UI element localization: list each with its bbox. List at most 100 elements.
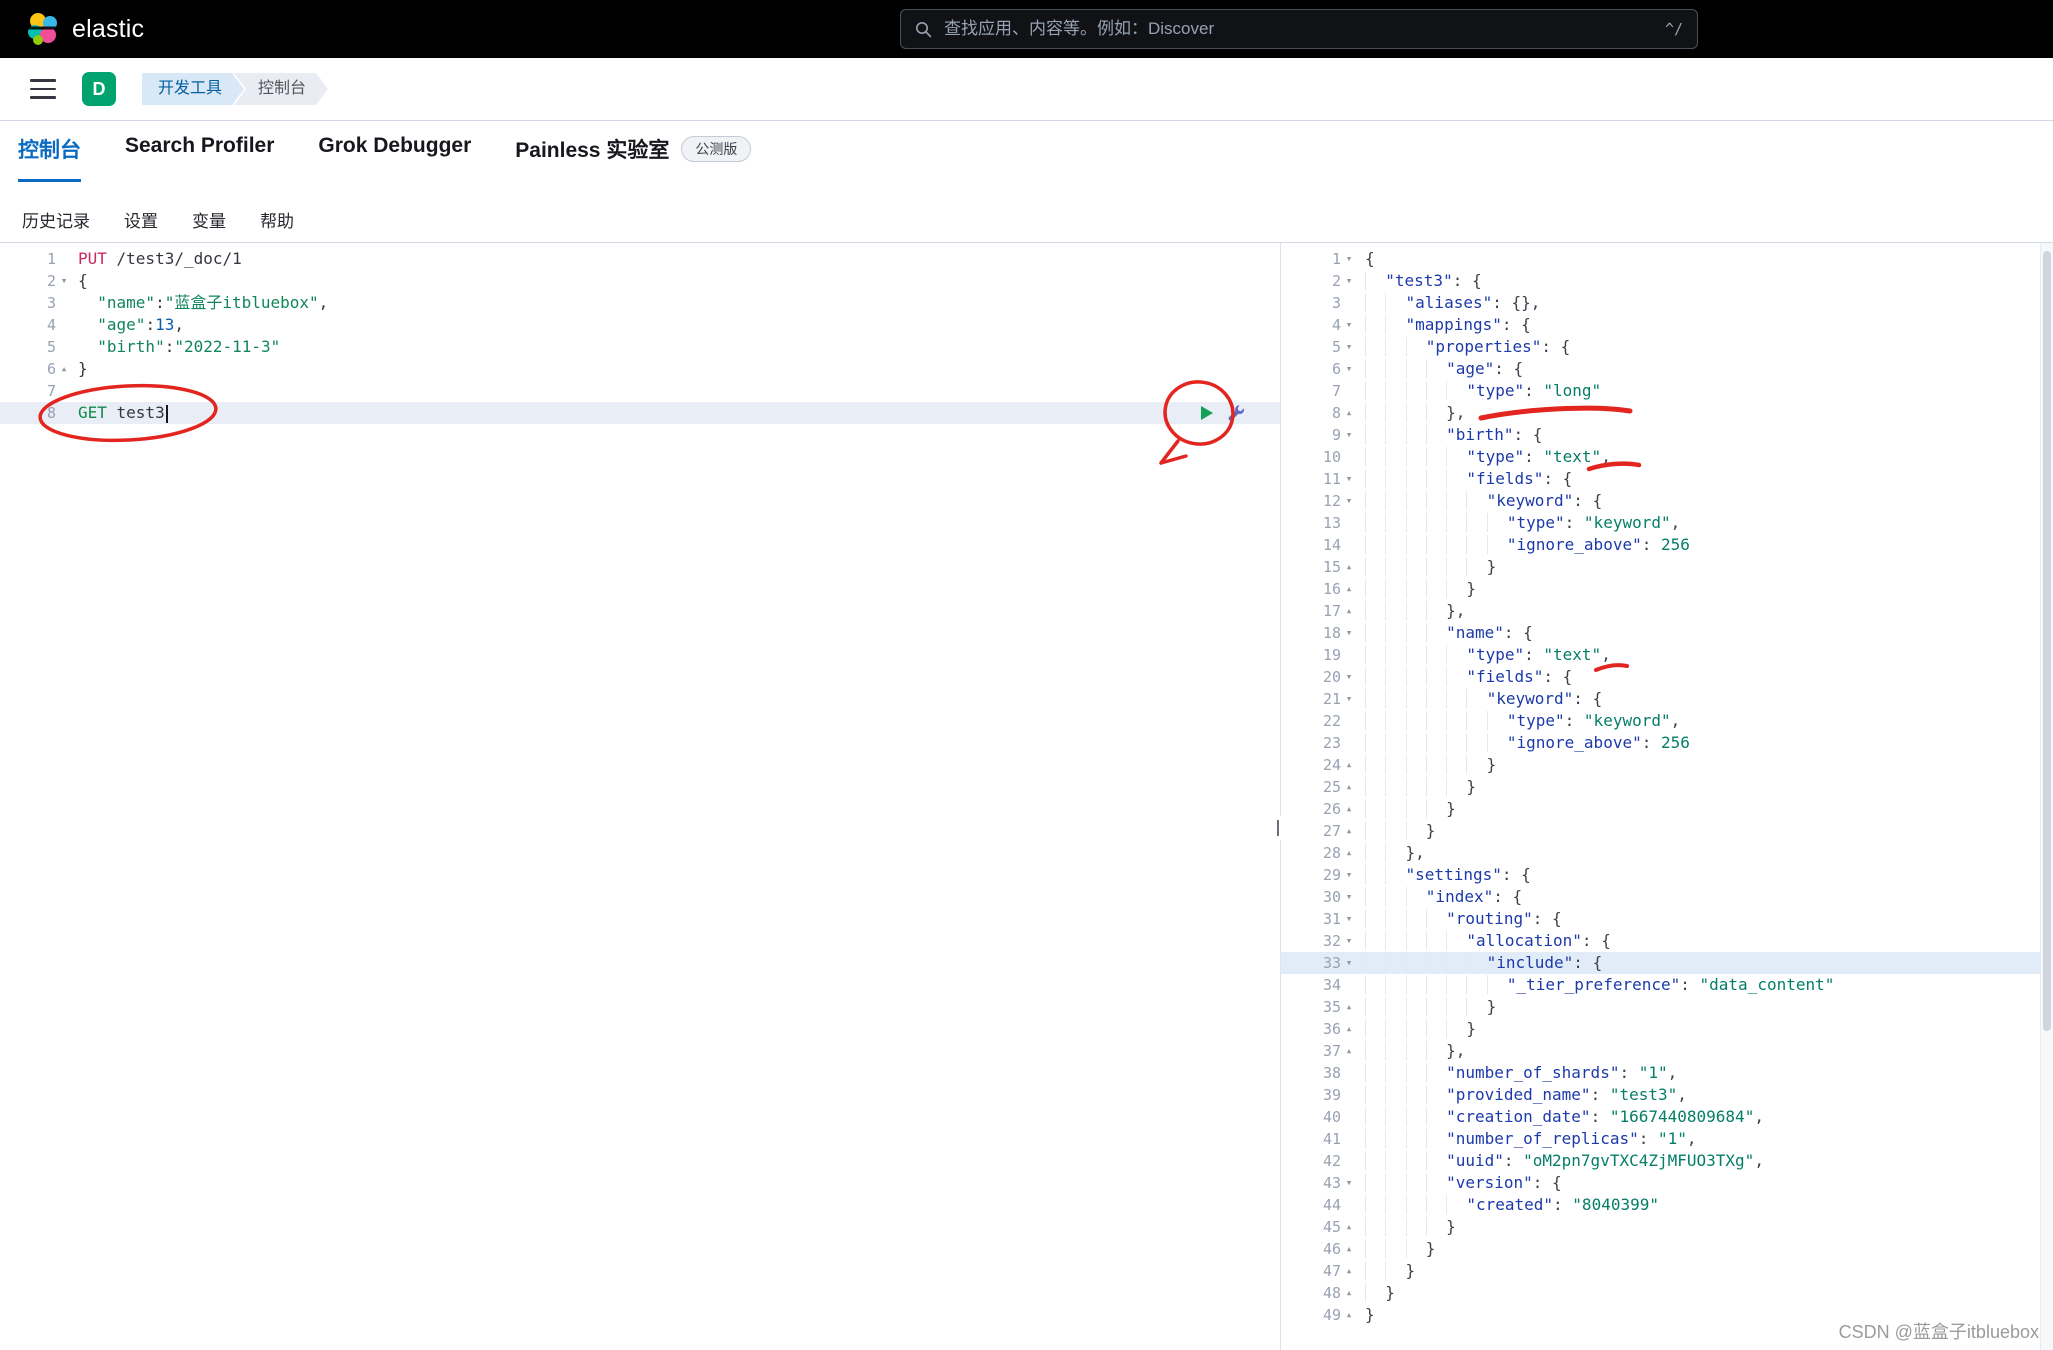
fold-open-icon[interactable]: ▾ (1341, 930, 1357, 952)
editor-line[interactable]: 7 (0, 380, 1280, 402)
fold-close-icon[interactable]: ▴ (1341, 996, 1357, 1018)
console-toolbar: 历史记录 设置 变量 帮助 (22, 207, 294, 232)
editor-line[interactable]: 6▴} (0, 358, 1280, 380)
editor-line[interactable]: 4 "age":13, (0, 314, 1280, 336)
code-text: } (72, 358, 88, 380)
code-text: } (1357, 1304, 1375, 1326)
breadcrumb-console[interactable]: 控制台 (234, 73, 328, 105)
output-line: 48▴ } (1281, 1282, 2053, 1304)
line-number: 43 (1281, 1172, 1341, 1194)
variables-button[interactable]: 变量 (192, 207, 226, 232)
output-line: 38 "number_of_shards": "1", (1281, 1062, 2053, 1084)
fold-close-icon[interactable]: ▴ (1341, 402, 1357, 424)
output-line: 39 "provided_name": "test3", (1281, 1084, 2053, 1106)
output-line: 33▾ "include": { (1281, 952, 2053, 974)
search-input[interactable] (942, 18, 1655, 40)
line-number: 19 (1281, 644, 1341, 666)
fold-open-icon[interactable]: ▾ (1341, 424, 1357, 446)
line-number: 27 (1281, 820, 1341, 842)
tab-console[interactable]: 控制台 (18, 134, 81, 182)
help-button[interactable]: 帮助 (260, 207, 294, 232)
fold-close-icon[interactable]: ▴ (1341, 1018, 1357, 1040)
output-line: 28▴ }, (1281, 842, 2053, 864)
fold-open-icon[interactable]: ▾ (1341, 1172, 1357, 1194)
menu-icon[interactable] (30, 79, 56, 99)
fold-open-icon[interactable]: ▾ (1341, 358, 1357, 380)
fold-close-icon[interactable]: ▴ (1341, 600, 1357, 622)
line-number: 29 (1281, 864, 1341, 886)
fold-open-icon[interactable]: ▾ (1341, 908, 1357, 930)
fold-open-icon[interactable]: ▾ (1341, 622, 1357, 644)
fold-spacer (1341, 1106, 1357, 1128)
console-output: 1▾{2▾ "test3": {3 "aliases": {},4▾ "mapp… (1281, 243, 2053, 1350)
fold-close-icon[interactable]: ▴ (1341, 1282, 1357, 1304)
send-request-play-button[interactable] (1196, 403, 1216, 423)
code-text: }, (1357, 402, 1465, 424)
fold-open-icon[interactable]: ▾ (1341, 248, 1357, 270)
fold-close-icon[interactable]: ▴ (1341, 1216, 1357, 1238)
code-text: } (1357, 578, 1476, 600)
output-line: 30▾ "index": { (1281, 886, 2053, 908)
editor-line[interactable]: 5 "birth":"2022-11-3" (0, 336, 1280, 358)
settings-button[interactable]: 设置 (124, 207, 158, 232)
history-button[interactable]: 历史记录 (22, 207, 90, 232)
scrollbar-thumb[interactable] (2043, 251, 2051, 1031)
output-line: 18▾ "name": { (1281, 622, 2053, 644)
tab-painless-lab[interactable]: Painless 实验室公测版 (515, 134, 751, 179)
fold-open-icon[interactable]: ▾ (1341, 886, 1357, 908)
fold-open-icon[interactable]: ▾ (1341, 666, 1357, 688)
breadcrumb-dev-tools[interactable]: 开发工具 (142, 73, 244, 105)
tab-grok-debugger[interactable]: Grok Debugger (318, 134, 471, 173)
line-number: 36 (1281, 1018, 1341, 1040)
line-number: 48 (1281, 1282, 1341, 1304)
tab-search-profiler[interactable]: Search Profiler (125, 134, 274, 173)
output-line: 27▴ } (1281, 820, 2053, 842)
fold-close-icon[interactable]: ▴ (1341, 754, 1357, 776)
console-editor[interactable]: 1PUT /test3/_doc/12▾{3 "name":"蓝盒子itblue… (0, 243, 1280, 1350)
wrench-button[interactable] (1226, 403, 1246, 423)
fold-open-icon[interactable]: ▾ (1341, 468, 1357, 490)
code-text: } (1357, 996, 1496, 1018)
fold-close-icon[interactable]: ▴ (1341, 1238, 1357, 1260)
output-line: 42 "uuid": "oM2pn7gvTXC4ZjMFUO3TXg", (1281, 1150, 2053, 1172)
line-number: 8 (1281, 402, 1341, 424)
code-text: "age": { (1357, 358, 1523, 380)
page: elastic ^/ D 开发工具 控制台 控制台 Search Profile… (0, 0, 2053, 1350)
code-text: "number_of_replicas": "1", (1357, 1128, 1697, 1150)
output-line: 2▾ "test3": { (1281, 270, 2053, 292)
line-number: 34 (1281, 974, 1341, 996)
output-line: 5▾ "properties": { (1281, 336, 2053, 358)
editor-line[interactable]: 2▾{ (0, 270, 1280, 292)
fold-open-icon[interactable]: ▾ (1341, 314, 1357, 336)
fold-open-icon[interactable]: ▾ (1341, 336, 1357, 358)
fold-open-icon[interactable]: ▾ (1341, 490, 1357, 512)
fold-close-icon[interactable]: ▴ (56, 358, 72, 380)
space-avatar[interactable]: D (82, 72, 116, 106)
code-text: "ignore_above": 256 (1357, 732, 1690, 754)
editor-line[interactable]: 3 "name":"蓝盒子itbluebox", (0, 292, 1280, 314)
fold-open-icon[interactable]: ▾ (1341, 688, 1357, 710)
code-text: } (1357, 754, 1496, 776)
global-search-bar[interactable]: ^/ (900, 9, 1698, 49)
fold-close-icon[interactable]: ▴ (1341, 820, 1357, 842)
code-text: "_tier_preference": "data_content" (1357, 974, 1834, 996)
line-number: 30 (1281, 886, 1341, 908)
fold-close-icon[interactable]: ▴ (1341, 776, 1357, 798)
fold-close-icon[interactable]: ▴ (1341, 556, 1357, 578)
fold-close-icon[interactable]: ▴ (1341, 842, 1357, 864)
fold-close-icon[interactable]: ▴ (1341, 578, 1357, 600)
fold-open-icon[interactable]: ▾ (56, 270, 72, 292)
fold-close-icon[interactable]: ▴ (1341, 1040, 1357, 1062)
fold-close-icon[interactable]: ▴ (1341, 1304, 1357, 1326)
fold-open-icon[interactable]: ▾ (1341, 864, 1357, 886)
fold-open-icon[interactable]: ▾ (1341, 270, 1357, 292)
code-text: "index": { (1357, 886, 1522, 908)
fold-open-icon[interactable]: ▾ (1341, 952, 1357, 974)
editor-line[interactable]: 1PUT /test3/_doc/1 (0, 248, 1280, 270)
editor-line[interactable]: 8GET test3 (0, 402, 1280, 424)
output-line: 19 "type": "text", (1281, 644, 2053, 666)
fold-close-icon[interactable]: ▴ (1341, 798, 1357, 820)
line-number: 32 (1281, 930, 1341, 952)
fold-spacer (1341, 1128, 1357, 1150)
fold-close-icon[interactable]: ▴ (1341, 1260, 1357, 1282)
